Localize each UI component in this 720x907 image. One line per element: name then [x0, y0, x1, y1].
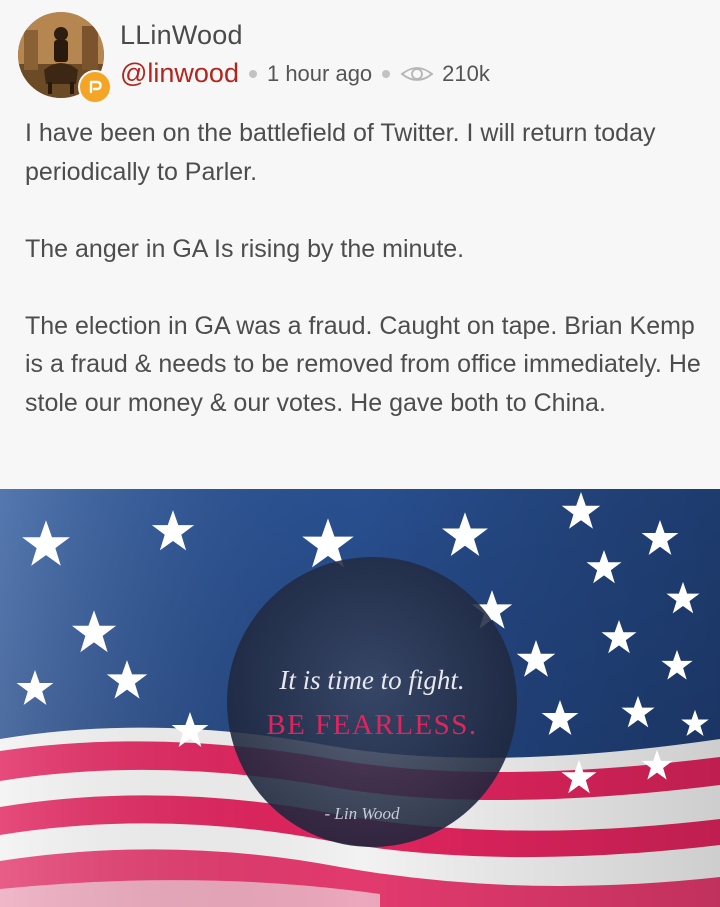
post-timestamp: 1 hour ago	[266, 60, 373, 86]
post-header: LLinWood @linwood 1 hour ago 210k	[18, 12, 708, 104]
display-name[interactable]: LLinWood	[120, 20, 243, 51]
avatar-wrap[interactable]	[18, 12, 112, 104]
post-paragraph: I have been on the battlefield of Twitte…	[25, 119, 656, 186]
post-image[interactable]: It is time to fight. BE FEARLESS. - Lin …	[0, 489, 720, 907]
post-paragraph: The election in GA was a fraud. Caught o…	[25, 311, 701, 417]
post-paragraph: The anger in GA Is rising by the minute.	[25, 234, 465, 263]
post-body: I have been on the battlefield of Twitte…	[25, 114, 705, 422]
parler-badge-icon	[78, 70, 112, 104]
quote-attribution: - Lin Wood	[325, 804, 400, 823]
eye-icon	[400, 66, 434, 81]
view-count: 210k	[442, 60, 490, 86]
separator-dot	[248, 69, 257, 78]
quote-line-1: It is time to fight.	[278, 665, 464, 695]
flag-quote-image: It is time to fight. BE FEARLESS. - Lin …	[0, 489, 720, 907]
user-handle[interactable]: @linwood	[120, 58, 239, 89]
quote-line-2: BE FEARLESS.	[266, 709, 477, 741]
post-meta: @linwood 1 hour ago 210k	[120, 58, 490, 89]
separator-dot	[382, 69, 391, 78]
